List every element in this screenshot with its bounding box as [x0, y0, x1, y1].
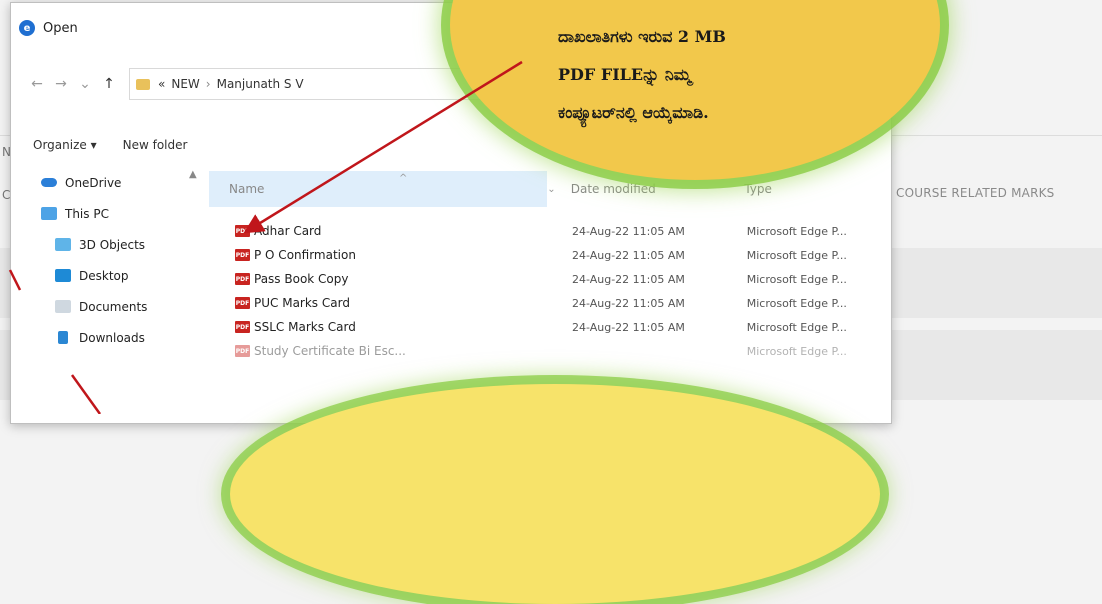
secondary-callout-bubble — [230, 384, 880, 604]
annotation-arrows — [8, 60, 523, 414]
secondary-arrow-upper — [8, 269, 22, 291]
secondary-arrow-lower — [70, 374, 102, 414]
callout-arrow-to-file — [243, 60, 523, 234]
